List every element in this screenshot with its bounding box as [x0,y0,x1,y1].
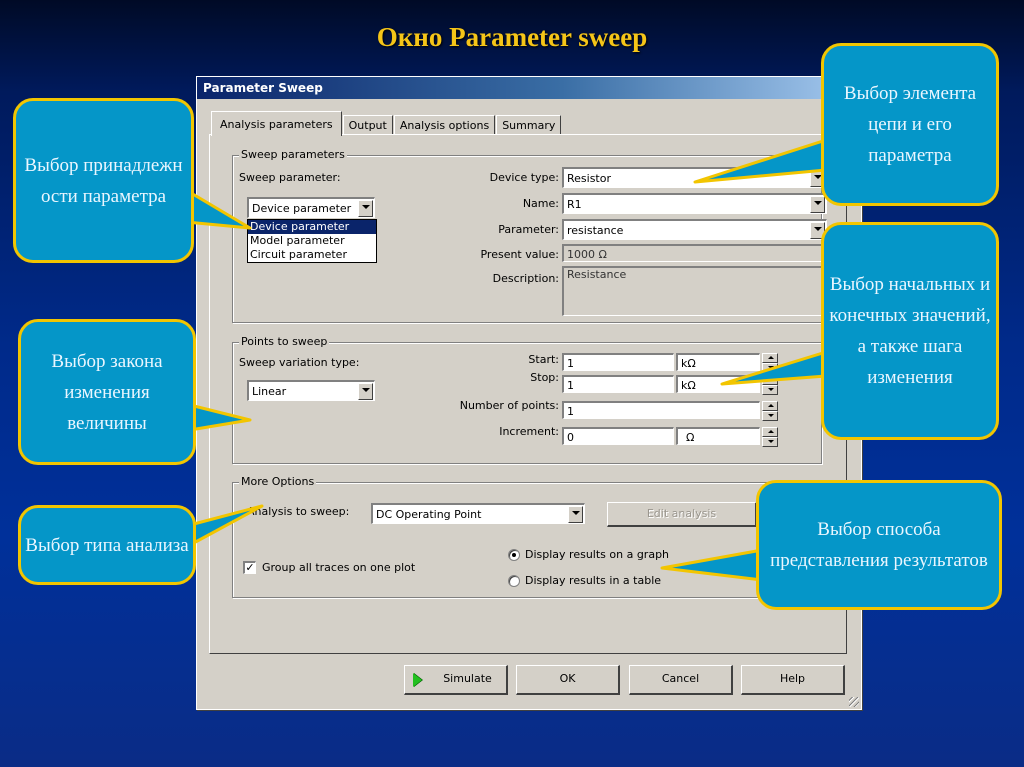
callout-tail-element [693,138,828,184]
callout-tail-analysis [188,504,264,547]
callout-analysis-type: Выбор типа анализа [18,505,196,585]
callout-tail-ownership [184,188,252,230]
callout-range: Выбор начальных и конечных значений, а т… [821,222,999,440]
callout-ownership: Выбор принадлежн ости параметра [13,98,194,263]
callout-presentation: Выбор способа представления результатов [756,480,1002,610]
callout-tail-presentation [660,548,764,582]
callout-element: Выбор элемента цепи и его параметра [821,43,999,206]
callout-law: Выбор закона изменения величины [18,319,196,465]
callout-tail-range [720,350,828,386]
callout-tail-law [188,403,252,432]
